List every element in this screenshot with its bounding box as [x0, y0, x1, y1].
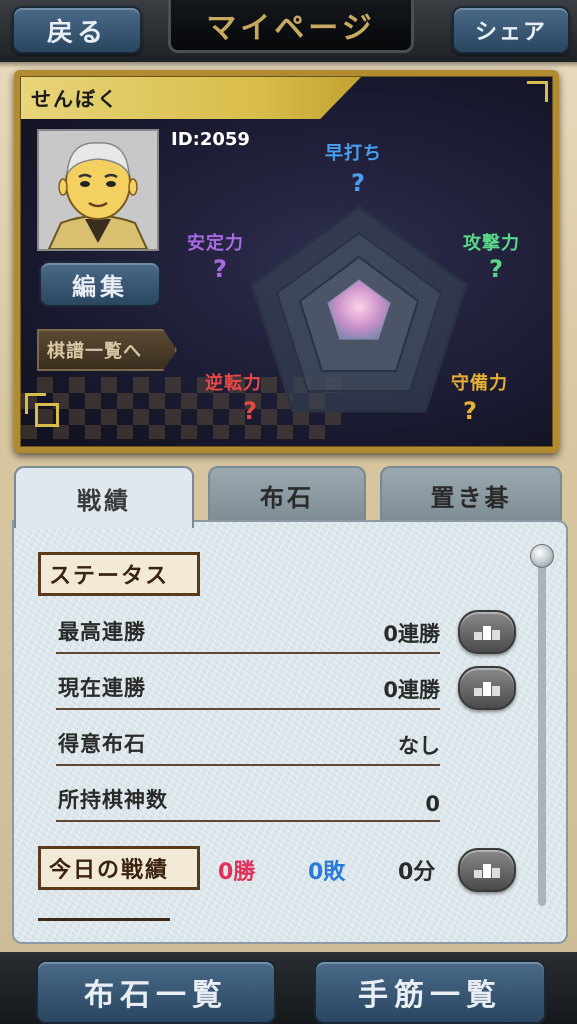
profile-card: せんぼく ID:2059 編集 棋譜一覧へ 早打ち ? 攻撃力 ? 守備力 ? … — [14, 70, 559, 453]
stat-label-stability: 安定力 — [187, 233, 244, 254]
record-panel: ステータス 最高連勝 0連勝 現在連勝 0連勝 得意布石 なし 所持棋神数 0 … — [12, 520, 568, 944]
status-row-current-streak: 現在連勝 0連勝 — [56, 662, 440, 710]
share-button[interactable]: シェア — [452, 6, 570, 54]
ranking-button[interactable] — [458, 848, 516, 892]
row-label: 所持棋神数 — [58, 788, 168, 812]
stat-value-attack: ? — [489, 255, 503, 283]
page-title: マイページ — [168, 0, 414, 53]
stat-value-speed: ? — [351, 169, 365, 197]
elder-avatar-icon — [39, 131, 157, 249]
edit-button[interactable]: 編集 — [39, 261, 161, 307]
status-row-favorite-fuseki: 得意布石 なし — [56, 718, 440, 766]
status-heading: ステータス — [38, 552, 200, 596]
ranking-button[interactable] — [458, 666, 516, 710]
stat-label-attack: 攻撃力 — [463, 233, 520, 254]
profile-card-inner: せんぼく ID:2059 編集 棋譜一覧へ 早打ち ? 攻撃力 ? 守備力 ? … — [20, 76, 553, 447]
tab-handicap[interactable]: 置き碁 — [380, 466, 562, 522]
row-value: 0連勝 — [383, 622, 440, 646]
kifu-list-button[interactable]: 棋譜一覧へ — [37, 329, 177, 371]
row-value: なし — [398, 734, 440, 758]
today-draws: 0分 — [398, 860, 436, 885]
fuseki-list-button[interactable]: 布石一覧 — [36, 960, 276, 1024]
tesuji-list-button[interactable]: 手筋一覧 — [314, 960, 546, 1024]
today-record-heading: 今日の戦績 — [38, 846, 200, 890]
corner-ornament — [35, 403, 59, 427]
stat-label-comeback: 逆転力 — [205, 373, 262, 394]
status-row-kishin-count: 所持棋神数 0 — [56, 774, 440, 822]
row-label: 得意布石 — [58, 732, 146, 756]
tab-record[interactable]: 戦績 — [14, 466, 194, 528]
stat-value-stability: ? — [213, 255, 227, 283]
divider — [38, 918, 170, 921]
stat-label-defense: 守備力 — [451, 373, 508, 394]
podium-icon — [474, 864, 500, 878]
row-value: 0 — [425, 792, 440, 816]
status-row-max-streak: 最高連勝 0連勝 — [56, 606, 440, 654]
tab-fuseki[interactable]: 布石 — [208, 466, 366, 522]
corner-ornament — [527, 81, 548, 102]
today-wins: 0勝 — [218, 860, 256, 885]
back-button[interactable]: 戻る — [12, 6, 142, 54]
stat-value-defense: ? — [463, 397, 477, 425]
stat-value-comeback: ? — [243, 397, 257, 425]
row-value: 0連勝 — [383, 678, 440, 702]
podium-icon — [474, 682, 500, 696]
scrollbar-thumb[interactable] — [530, 544, 554, 568]
row-label: 最高連勝 — [58, 620, 146, 644]
podium-icon — [474, 626, 500, 640]
ranking-button[interactable] — [458, 610, 516, 654]
user-id: ID:2059 — [171, 129, 250, 150]
stat-label-speed: 早打ち — [325, 143, 382, 164]
today-losses: 0敗 — [308, 860, 346, 885]
avatar — [37, 129, 159, 251]
row-label: 現在連勝 — [58, 676, 146, 700]
scrollbar[interactable] — [538, 550, 546, 906]
